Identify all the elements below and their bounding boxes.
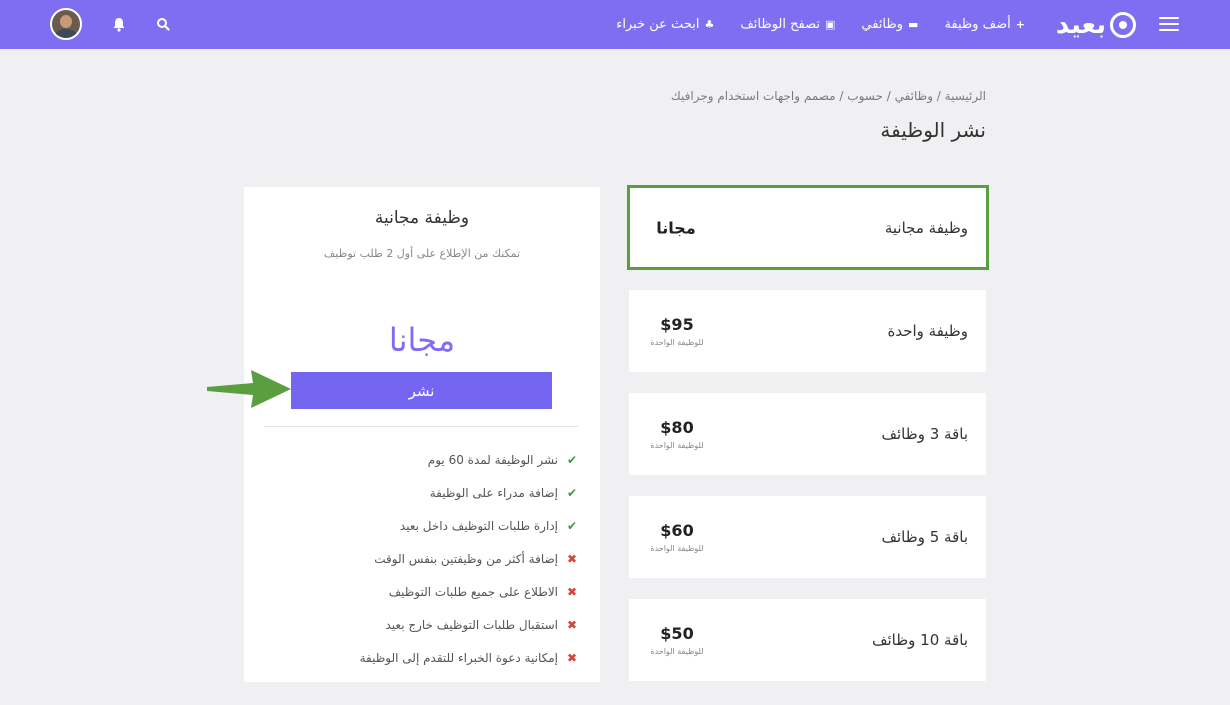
bell-icon[interactable] xyxy=(112,17,126,32)
nav-add-job-label: أضف وظيفة xyxy=(944,17,1011,32)
plan-price: $60 xyxy=(660,521,694,540)
plan-unit: للوظيفة الواحدة xyxy=(650,338,704,347)
list-item: ✖ إضافة أكثر من وظيفتين بنفس الوقت xyxy=(360,542,578,575)
user-tools xyxy=(50,8,170,40)
list-item: ✖ استقبال طلبات التوظيف خارج بعيد xyxy=(360,608,578,641)
plan-price-wrap: $50 للوظيفة الواحدة xyxy=(647,624,707,656)
plan-detail-panel: وظيفة مجانية تمكنك من الإطلاع على أول 2 … xyxy=(244,187,600,682)
main-nav: + أضف وظيفة ▬ وظائفي ▣ تصفح الوظائف ♣ اب… xyxy=(616,0,1025,49)
plan-price-wrap: $80 للوظيفة الواحدة xyxy=(647,418,707,450)
plan-price-wrap: مجانا xyxy=(646,218,706,237)
list-item: ✖ إمكانية دعوة الخبراء للتقدم إلى الوظيف… xyxy=(360,641,578,674)
cross-icon: ✖ xyxy=(566,617,578,632)
users-icon: ♣ xyxy=(704,18,715,31)
plan-card-single[interactable]: وظيفة واحدة $95 للوظيفة الواحدة xyxy=(629,290,986,372)
plan-price: $50 xyxy=(660,624,694,643)
list-item: ✔ إدارة طلبات التوظيف داخل بعيد xyxy=(360,509,578,542)
plus-icon: + xyxy=(1015,18,1025,31)
nav-browse-jobs[interactable]: ▣ تصفح الوظائف xyxy=(740,17,835,32)
nav-browse-jobs-label: تصفح الوظائف xyxy=(740,17,820,32)
breadcrumb[interactable]: الرئيسية / وظائفي / حسوب / مصمم واجهات ا… xyxy=(671,89,986,103)
feature-list: ✔ نشر الوظيفة لمدة 60 يوم ✔ إضافة مدراء … xyxy=(360,443,578,674)
briefcase-icon: ▣ xyxy=(825,18,836,31)
feature-text: نشر الوظيفة لمدة 60 يوم xyxy=(427,452,558,467)
plan-price-wrap: $60 للوظيفة الواحدة xyxy=(647,521,707,553)
plan-price-wrap: $95 للوظيفة الواحدة xyxy=(647,315,707,347)
cross-icon: ✖ xyxy=(566,584,578,599)
plan-name: وظيفة مجانية xyxy=(884,218,968,237)
plan-unit: للوظيفة الواحدة xyxy=(650,544,704,553)
plan-name: باقة 10 وظائف xyxy=(871,631,968,649)
plan-name: باقة 3 وظائف xyxy=(881,425,968,443)
site-logo[interactable]: بعيد xyxy=(1046,10,1136,40)
feature-text: إدارة طلبات التوظيف داخل بعيد xyxy=(399,518,558,533)
list-item: ✔ نشر الوظيفة لمدة 60 يوم xyxy=(360,443,578,476)
detail-subtitle: تمكنك من الإطلاع على أول 2 طلب توظيف xyxy=(323,247,521,260)
arrow-right-icon xyxy=(207,370,291,408)
page-title: نشر الوظيفة xyxy=(880,118,986,142)
search-icon[interactable] xyxy=(156,17,170,31)
plan-price: $80 xyxy=(660,418,694,437)
cross-icon: ✖ xyxy=(566,551,578,566)
top-navbar: بعيد + أضف وظيفة ▬ وظائفي ▣ تصفح الوظائف… xyxy=(0,0,1230,49)
feature-text: استقبال طلبات التوظيف خارج بعيد xyxy=(385,617,559,632)
list-item: ✖ الاطلاع على جميع طلبات التوظيف xyxy=(360,575,578,608)
plan-price: $95 xyxy=(660,315,694,334)
nav-find-experts[interactable]: ♣ ابحث عن خبراء xyxy=(616,17,714,32)
menu-icon[interactable] xyxy=(1159,17,1179,33)
check-icon: ✔ xyxy=(566,452,578,467)
publish-button[interactable]: نشر xyxy=(291,372,552,409)
feature-text: إضافة أكثر من وظيفتين بنفس الوقت xyxy=(374,551,558,566)
feature-text: إضافة مدراء على الوظيفة xyxy=(429,485,558,500)
list-item: ✔ إضافة مدراء على الوظيفة xyxy=(360,476,578,509)
check-icon: ✔ xyxy=(566,518,578,533)
plan-card-5-jobs[interactable]: باقة 5 وظائف $60 للوظيفة الواحدة xyxy=(629,496,986,578)
plan-card-free[interactable]: وظيفة مجانية مجانا xyxy=(627,185,989,270)
nav-my-jobs-label: وظائفي xyxy=(861,17,904,32)
logo-mark-icon xyxy=(1110,12,1136,38)
plan-name: باقة 5 وظائف xyxy=(881,528,968,546)
plan-unit: للوظيفة الواحدة xyxy=(650,441,704,450)
feature-text: الاطلاع على جميع طلبات التوظيف xyxy=(388,584,558,599)
nav-my-jobs[interactable]: ▬ وظائفي xyxy=(861,17,918,32)
plan-name: وظيفة واحدة xyxy=(887,322,968,340)
detail-title: وظيفة مجانية xyxy=(374,208,470,228)
plan-price: مجانا xyxy=(656,218,696,237)
feature-text: إمكانية دعوة الخبراء للتقدم إلى الوظيفة xyxy=(359,650,558,665)
nav-find-experts-label: ابحث عن خبراء xyxy=(616,17,700,32)
plan-card-10-jobs[interactable]: باقة 10 وظائف $50 للوظيفة الواحدة xyxy=(629,599,986,681)
nav-add-job[interactable]: + أضف وظيفة xyxy=(944,17,1025,32)
plan-unit: للوظيفة الواحدة xyxy=(650,647,704,656)
cross-icon: ✖ xyxy=(566,650,578,665)
plan-card-3-jobs[interactable]: باقة 3 وظائف $80 للوظيفة الواحدة xyxy=(629,393,986,475)
logo-text: بعيد xyxy=(1055,10,1106,40)
detail-price: مجانا xyxy=(388,321,456,359)
avatar[interactable] xyxy=(50,8,82,40)
folder-icon: ▬ xyxy=(908,18,919,31)
check-icon: ✔ xyxy=(566,485,578,500)
divider xyxy=(264,426,578,427)
